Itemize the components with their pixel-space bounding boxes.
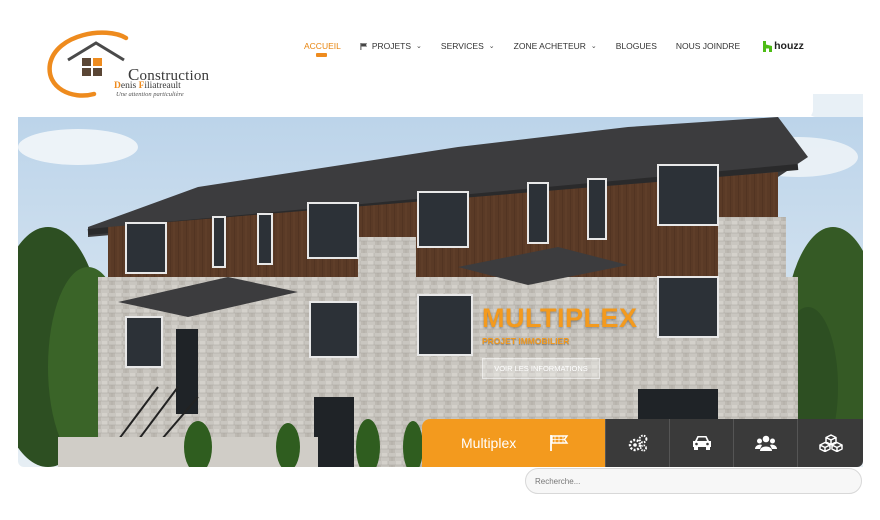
logo-tagline: Une attention particulière: [116, 91, 184, 98]
nav-label: ACCUEIL: [304, 41, 341, 51]
tab-label: Multiplex: [461, 435, 517, 451]
nav-label: PROJETS: [371, 41, 412, 51]
nav-item-accueil[interactable]: ACCUEIL: [304, 41, 341, 57]
hero-subtitle: PROJET IMMOBILIER: [482, 336, 570, 346]
tab-multiplex[interactable]: Multiplex: [422, 419, 605, 467]
chevron-down-icon: ⌄: [488, 43, 495, 50]
hero-notch: [808, 94, 863, 117]
tab-community[interactable]: [733, 419, 797, 467]
site-logo[interactable]: Construction Denis Filiatreault Une atte…: [46, 30, 209, 100]
flag-icon: [360, 42, 367, 50]
chevron-down-icon: ⌄: [416, 43, 422, 50]
category-tabs: Multiplex: [422, 419, 863, 467]
nav-item-services[interactable]: SERVICES ⌄: [441, 41, 495, 51]
houzz-icon: [763, 40, 773, 52]
active-indicator: [316, 53, 327, 57]
nav-item-blogues[interactable]: BLOGUES: [616, 41, 657, 51]
view-info-button[interactable]: VOIR LES INFORMATIONS: [482, 358, 600, 379]
hero-notch-mask: [793, 93, 813, 118]
search-input[interactable]: [525, 468, 862, 494]
gears-icon: [628, 434, 647, 452]
page: Construction Denis Filiatreault Une atte…: [0, 0, 880, 520]
group-icon: [754, 435, 777, 451]
main-nav: ACCUEIL PROJETS ⌄ SERVICES ⌄ ZONE ACHETE…: [304, 39, 804, 57]
flag-icon: [550, 435, 569, 451]
nav-label: BLOGUES: [615, 41, 657, 51]
nav-item-projets[interactable]: PROJETS ⌄: [360, 41, 422, 51]
houzz-label: houzz: [774, 40, 804, 52]
cubes-icon: [818, 434, 843, 452]
nav-label: SERVICES: [440, 41, 484, 51]
chevron-down-icon: ⌄: [590, 43, 597, 50]
hero-title: MULTIPLEX: [482, 303, 638, 333]
nav-item-zone-acheteur[interactable]: ZONE ACHETEUR ⌄: [514, 41, 597, 51]
nav-label: NOUS JOINDRE: [675, 41, 741, 51]
hero-slider: MULTIPLEX PROJET IMMOBILIER VOIR LES INF…: [18, 117, 863, 467]
car-icon: [692, 436, 711, 450]
houzz-link[interactable]: houzz: [763, 40, 804, 52]
nav-label: ZONE ACHETEUR: [513, 41, 586, 51]
tab-garage[interactable]: [669, 419, 733, 467]
tab-services[interactable]: [605, 419, 669, 467]
nav-item-nous-joindre[interactable]: NOUS JOINDRE: [676, 41, 740, 51]
logo-line2: Denis Filiatreault: [114, 81, 181, 91]
tab-modules[interactable]: [797, 419, 863, 467]
hero-image: [18, 117, 863, 467]
